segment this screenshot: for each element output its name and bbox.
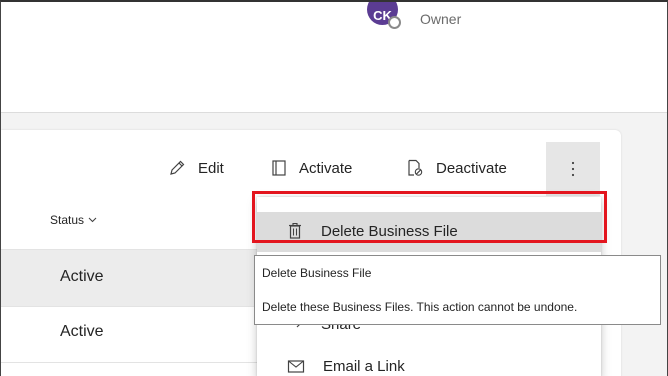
status-cell: Active xyxy=(60,268,104,285)
tooltip: Delete Business File Delete these Busine… xyxy=(254,255,661,325)
pencil-icon xyxy=(170,160,185,175)
table-row[interactable] xyxy=(1,250,259,306)
deactivate-label: Deactivate xyxy=(436,159,507,177)
row-divider xyxy=(1,306,259,307)
activate-label: Activate xyxy=(299,159,353,177)
edit-button[interactable]: Edit xyxy=(168,159,224,177)
activate-button[interactable]: Activate xyxy=(271,159,352,177)
presence-status-icon xyxy=(388,16,401,29)
status-header-label: Status xyxy=(50,213,85,227)
more-commands-button[interactable] xyxy=(546,142,600,196)
more-vertical-icon xyxy=(571,161,575,177)
app-frame: CK Owner Edit Activate Deactivate Status… xyxy=(0,0,668,376)
email-link-icon xyxy=(287,359,305,373)
activate-icon xyxy=(272,160,286,176)
user-role: Owner xyxy=(420,11,462,27)
deactivate-icon xyxy=(408,159,423,176)
header-area: CK Owner xyxy=(1,2,667,113)
status-cell[interactable]: Active xyxy=(60,323,104,341)
status-column-header[interactable]: Status xyxy=(50,213,97,227)
row-divider xyxy=(1,362,259,363)
tooltip-description: Delete these Business Files. This action… xyxy=(262,300,578,314)
edit-label: Edit xyxy=(198,159,224,177)
chevron-down-icon xyxy=(88,217,97,223)
highlight-annotation xyxy=(252,191,607,243)
menu-item-label: Email a Link xyxy=(323,358,405,375)
tooltip-title: Delete Business File xyxy=(262,266,372,280)
deactivate-button[interactable]: Deactivate xyxy=(406,159,507,177)
menu-item-email-link[interactable]: Email a Link xyxy=(287,358,405,375)
